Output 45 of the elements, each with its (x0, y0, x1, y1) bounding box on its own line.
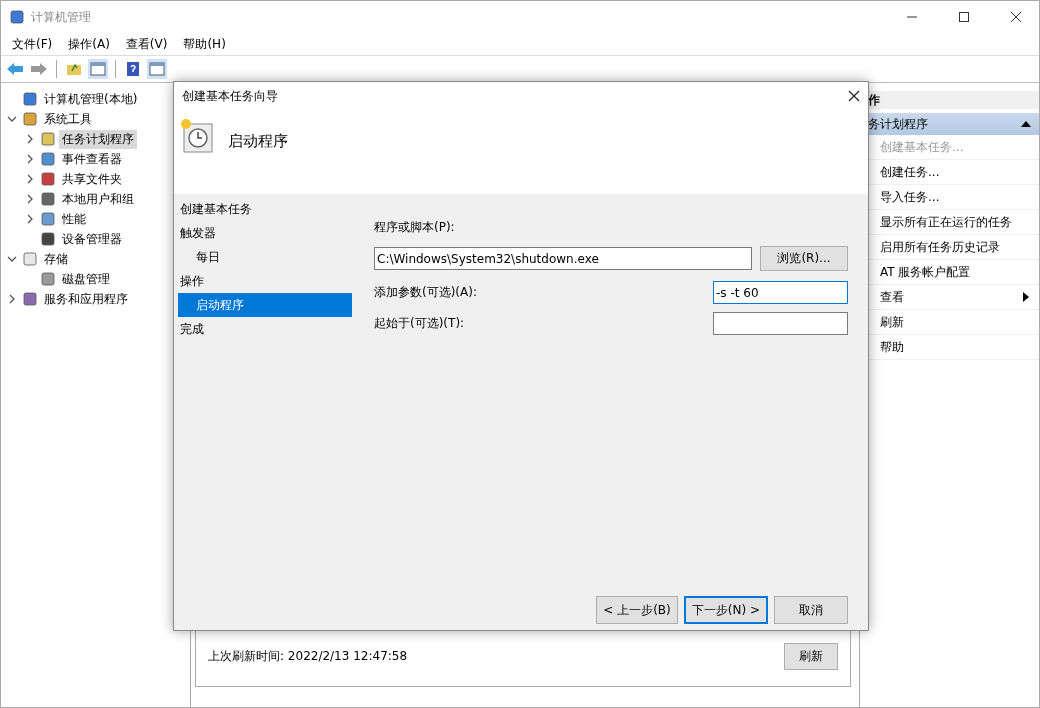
tree-item[interactable]: 设备管理器 (59, 229, 125, 249)
tree-item[interactable]: 共享文件夹 (59, 169, 125, 189)
wizard-button[interactable]: 取消 (774, 596, 848, 624)
window-title: 计算机管理 (31, 8, 92, 26)
wizard-step[interactable]: 创建基本任务 (174, 197, 352, 221)
dialog-heading: 启动程序 (228, 132, 288, 151)
wizard-button[interactable]: 下一步(N) > (683, 596, 768, 624)
menu-item[interactable]: 文件(F) (5, 35, 60, 53)
chevron-right-icon[interactable] (7, 294, 17, 304)
tree-item[interactable]: 服务和应用程序 (41, 289, 131, 309)
wizard-button[interactable]: < 上一步(B) (596, 596, 678, 624)
menu-item[interactable]: 查看(V) (118, 35, 175, 53)
menu-item[interactable]: 操作(A) (61, 35, 117, 53)
tree-item[interactable]: 本地用户和组 (59, 189, 137, 209)
tree-item[interactable]: 性能 (59, 209, 89, 229)
field-label: 起始于(可选)(T): (374, 315, 465, 332)
clock-icon (180, 118, 214, 154)
tree-item[interactable]: 存储 (41, 249, 71, 269)
wizard-step[interactable]: 操作 (174, 269, 352, 293)
wizard-step[interactable]: 启动程序 (178, 293, 352, 317)
panel-icon[interactable] (147, 59, 167, 79)
wizard-step[interactable]: 触发器 (174, 221, 352, 245)
tree-item[interactable]: 事件查看器 (59, 149, 125, 169)
tree-item[interactable]: 磁盘管理 (59, 269, 113, 289)
last-refresh-text: 上次刷新时间: 2022/2/13 12:47:58 (208, 647, 408, 665)
tree-item[interactable]: 系统工具 (41, 109, 95, 129)
menu-item[interactable]: 帮助(H) (176, 35, 233, 53)
panel-icon[interactable] (88, 59, 108, 79)
submenu-arrow-icon (1023, 292, 1029, 302)
arguments-field[interactable]: -s -t 60 (713, 281, 848, 304)
dialog-title: 创建基本任务向导 (182, 87, 278, 105)
collapse-icon[interactable] (1021, 121, 1031, 127)
refresh-button[interactable]: 刷新 (784, 642, 838, 670)
field-label: 添加参数(可选)(A): (374, 284, 477, 301)
tree-item[interactable]: 计算机管理(本地) (41, 89, 141, 109)
close-icon[interactable] (848, 90, 860, 102)
wizard-step[interactable]: 每日 (178, 245, 352, 269)
tree-item[interactable]: 任务计划程序 (59, 129, 137, 149)
chevron-down-icon[interactable] (7, 114, 17, 124)
wizard-step[interactable]: 完成 (174, 317, 352, 341)
chevron-down-icon[interactable] (7, 254, 17, 264)
program-field[interactable]: C:\Windows\System32\shutdown.exe (374, 247, 752, 270)
browse-button[interactable]: 浏览(R)... (760, 246, 848, 271)
start-in-field[interactable] (713, 312, 848, 335)
field-label: 程序或脚本(P): (374, 219, 456, 236)
